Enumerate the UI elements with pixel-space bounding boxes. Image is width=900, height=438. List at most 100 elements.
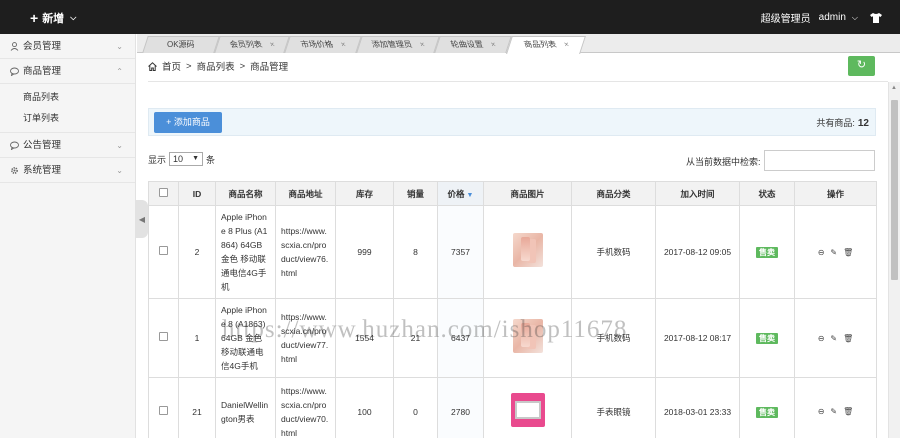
row-checkbox[interactable] bbox=[159, 332, 168, 341]
column-header-status[interactable]: 状态 bbox=[739, 181, 795, 206]
close-icon[interactable]: × bbox=[561, 37, 571, 52]
table-row: 2 Apple iPhone 8 Plus (A1864) 64GB 金色 移动… bbox=[148, 205, 877, 299]
sidebar-group-products[interactable]: 商品管理 ⌃ bbox=[0, 59, 135, 84]
column-header-category[interactable]: 商品分类 bbox=[571, 181, 656, 206]
sidebar-group-members[interactable]: 会员管理 ⌄ bbox=[0, 34, 135, 59]
chevron-up-icon: ⌃ bbox=[116, 67, 123, 76]
iphone-8-thumbnail bbox=[512, 319, 543, 353]
trash-icon[interactable]: 🗑 bbox=[843, 405, 853, 419]
column-header-name[interactable]: 商品名称 bbox=[215, 181, 276, 206]
column-header-url[interactable]: 商品地址 bbox=[275, 181, 336, 206]
search-input[interactable] bbox=[764, 150, 875, 171]
show-label: 显示 bbox=[148, 154, 167, 165]
gear-icon bbox=[11, 166, 18, 174]
close-icon[interactable]: × bbox=[267, 37, 277, 52]
sidebar-group-announcements[interactable]: 公告管理 ⌄ bbox=[0, 133, 135, 158]
sidebar-submenu-products: 商品列表 订单列表 bbox=[0, 84, 135, 133]
cell-image bbox=[483, 205, 572, 299]
breadcrumb-current: 商品管理 bbox=[250, 62, 289, 73]
vertical-scrollbar[interactable]: ▲ bbox=[888, 82, 900, 438]
table-row: 21 DanielWellington男表 https://www.scxia.… bbox=[148, 377, 877, 438]
sidebar-group-label: 系统管理 bbox=[23, 164, 62, 176]
cell-price: 7357 bbox=[437, 205, 484, 299]
close-icon[interactable]: × bbox=[338, 37, 348, 52]
cell-sales: 8 bbox=[393, 205, 438, 299]
row-checkbox[interactable] bbox=[159, 405, 168, 415]
edit-icon[interactable]: ✎ bbox=[830, 332, 837, 346]
column-header-added[interactable]: 加入时间 bbox=[655, 181, 740, 206]
home-icon bbox=[148, 61, 157, 71]
user-icon bbox=[10, 41, 19, 51]
cell-added: 2018-03-01 23:33 bbox=[655, 377, 740, 438]
sidebar-item-order-list[interactable]: 订单列表 bbox=[0, 108, 135, 129]
product-count-label: 共有商品: bbox=[816, 118, 855, 128]
sidebar-group-system[interactable]: 系统管理 ⌄ bbox=[0, 158, 135, 183]
close-icon[interactable]: × bbox=[488, 37, 498, 52]
product-table: ID 商品名称 商品地址 库存 销量 价格 ▼ 商品图片 商品分类 加入时间 状态… bbox=[148, 181, 877, 438]
username: admin bbox=[818, 12, 846, 23]
breadcrumb-product-list[interactable]: 商品列表 bbox=[197, 59, 235, 73]
cell-actions: ⊖ ✎ 🗑 bbox=[794, 298, 877, 378]
cell-url[interactable]: https://www.scxia.cn/product/view76.html bbox=[275, 205, 336, 299]
column-header-actions: 操作 bbox=[794, 181, 877, 206]
shirt-icon[interactable] bbox=[870, 12, 882, 23]
new-dropdown-button[interactable]: + 新增 ⌵ bbox=[30, 10, 76, 26]
cell-price: 2780 bbox=[437, 377, 484, 438]
trash-icon[interactable]: 🗑 bbox=[843, 246, 853, 260]
status-badge: 售卖 bbox=[756, 333, 778, 344]
cell-image bbox=[483, 298, 572, 378]
top-navbar: + 新增 ⌵ 超级管理员 admin ⌵ bbox=[0, 0, 900, 34]
cell-price: 6437 bbox=[437, 298, 484, 378]
offline-icon[interactable]: ⊖ bbox=[818, 332, 825, 346]
cell-image bbox=[483, 377, 572, 438]
row-checkbox[interactable] bbox=[159, 246, 168, 255]
tab-product-list[interactable]: 商品列表 × bbox=[506, 36, 586, 54]
sidebar-collapse-handle[interactable]: ◀ bbox=[136, 200, 148, 238]
cell-url[interactable]: https://www.scxia.cn/product/view70.html bbox=[275, 377, 336, 438]
tab-market-price[interactable]: 市场价格 × bbox=[284, 36, 362, 53]
divider bbox=[148, 81, 888, 82]
cell-actions: ⊖ ✎ 🗑 bbox=[794, 377, 877, 438]
cell-stock: 1554 bbox=[335, 298, 394, 378]
page-length-value: 10 bbox=[173, 154, 184, 164]
column-header-price[interactable]: 价格 ▼ bbox=[437, 181, 484, 206]
column-header-stock[interactable]: 库存 bbox=[335, 181, 394, 206]
plus-icon: + bbox=[30, 10, 39, 26]
tab-label: 会员列表 bbox=[228, 40, 264, 49]
refresh-button[interactable]: ↻ bbox=[848, 56, 875, 76]
scroll-up-arrow-icon[interactable]: ▲ bbox=[891, 85, 897, 91]
cell-name: DanielWellington男表 bbox=[215, 377, 276, 438]
column-header-image: 商品图片 bbox=[483, 181, 572, 206]
status-badge: 售卖 bbox=[756, 406, 778, 418]
trash-icon[interactable]: 🗑 bbox=[843, 332, 853, 346]
chevron-down-icon: ⌵ bbox=[70, 13, 77, 22]
user-menu[interactable]: 超级管理员 admin ⌵ bbox=[761, 10, 882, 25]
offline-icon[interactable]: ⊖ bbox=[818, 405, 825, 419]
edit-icon[interactable]: ✎ bbox=[830, 246, 837, 260]
add-product-button[interactable]: + 添加商品 bbox=[154, 112, 222, 133]
tab-label: 添加管理员 bbox=[370, 40, 414, 49]
column-header-id[interactable]: ID bbox=[178, 181, 216, 206]
offline-icon[interactable]: ⊖ bbox=[818, 246, 825, 260]
column-header-sales[interactable]: 销量 bbox=[393, 181, 438, 206]
cell-name: Apple iPhone 8 Plus (A1864) 64GB 金色 移动联通… bbox=[215, 205, 276, 299]
select-all-checkbox[interactable] bbox=[159, 188, 168, 197]
tab-ok-source[interactable]: OK源码 bbox=[142, 36, 220, 53]
tab-member-list[interactable]: 会员列表 × bbox=[214, 36, 290, 53]
sidebar-item-product-list[interactable]: 商品列表 bbox=[0, 87, 135, 108]
column-header-label: 价格 bbox=[447, 188, 465, 199]
edit-icon[interactable]: ✎ bbox=[830, 405, 837, 419]
cell-sales: 21 bbox=[393, 298, 438, 378]
breadcrumb-home[interactable]: 首页 bbox=[162, 59, 181, 73]
page-length-select[interactable]: 10 ▼ bbox=[169, 152, 204, 166]
scrollbar-thumb[interactable] bbox=[891, 100, 898, 280]
cell-status: 售卖 bbox=[739, 298, 795, 378]
tab-carousel-settings[interactable]: 轮曲设置 × bbox=[434, 36, 512, 53]
close-icon[interactable]: × bbox=[417, 37, 427, 52]
cell-url[interactable]: https://www.scxia.cn/product/view77.html bbox=[275, 298, 336, 378]
tab-add-admin[interactable]: 添加管理员 × bbox=[356, 36, 440, 53]
cell-name: Apple iPhone 8 (A1863) 64GB 金色 移动联通电信4G手… bbox=[215, 298, 276, 378]
sort-desc-icon: ▼ bbox=[466, 191, 474, 199]
cell-id: 1 bbox=[178, 298, 216, 378]
search-label: 从当前数据中检索: bbox=[686, 157, 761, 167]
